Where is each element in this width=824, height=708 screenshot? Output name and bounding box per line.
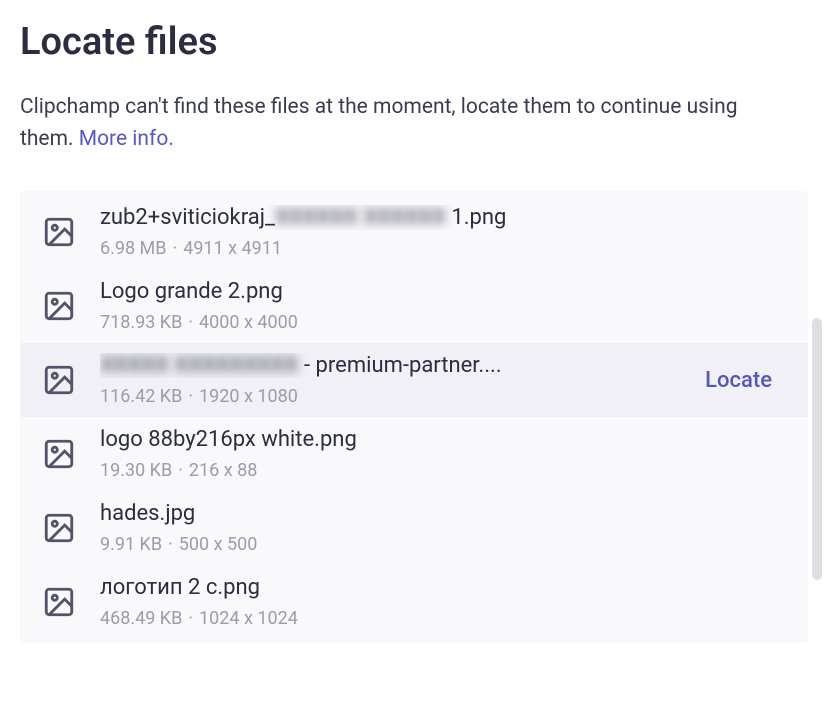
file-info: logo 88by216px white.png 19.30 KB·216 x … bbox=[100, 427, 784, 481]
file-meta: 718.93 KB·4000 x 4000 bbox=[100, 312, 784, 333]
file-meta: 468.49 KB·1024 x 1024 bbox=[100, 608, 784, 629]
image-icon bbox=[42, 215, 76, 249]
file-meta: 9.91 KB·500 x 500 bbox=[100, 534, 784, 555]
file-name: zub2+sviticiokraj_XXXXXX XXXXXX 1.png bbox=[100, 205, 620, 230]
file-row[interactable]: Logo grande 2.png 718.93 KB·4000 x 4000 bbox=[20, 269, 808, 343]
file-row[interactable]: hades.jpg 9.91 KB·500 x 500 bbox=[20, 491, 808, 565]
image-icon bbox=[42, 437, 76, 471]
page-title: Locate files bbox=[20, 20, 824, 64]
page-description: Clipchamp can't find these files at the … bbox=[20, 92, 790, 155]
file-row[interactable]: zub2+sviticiokraj_XXXXXX XXXXXX 1.png 6.… bbox=[20, 195, 808, 269]
file-meta: 19.30 KB·216 x 88 bbox=[100, 460, 784, 481]
file-row[interactable]: логотип 2 c.png 468.49 KB·1024 x 1024 bbox=[20, 565, 808, 639]
file-info: логотип 2 c.png 468.49 KB·1024 x 1024 bbox=[100, 575, 784, 629]
file-name: hades.jpg bbox=[100, 501, 620, 526]
file-info: zub2+sviticiokraj_XXXXXX XXXXXX 1.png 6.… bbox=[100, 205, 784, 259]
more-info-link[interactable]: More info. bbox=[79, 127, 174, 151]
file-info: Logo grande 2.png 718.93 KB·4000 x 4000 bbox=[100, 279, 784, 333]
file-list: zub2+sviticiokraj_XXXXXX XXXXXX 1.png 6.… bbox=[20, 191, 808, 643]
locate-button[interactable]: Locate bbox=[693, 362, 784, 399]
file-name: логотип 2 c.png bbox=[100, 575, 620, 600]
file-info: hades.jpg 9.91 KB·500 x 500 bbox=[100, 501, 784, 555]
file-name: XXXXX XXXXXXXXX - premium-partner.... bbox=[100, 353, 620, 378]
file-row[interactable]: logo 88by216px white.png 19.30 KB·216 x … bbox=[20, 417, 808, 491]
image-icon bbox=[42, 363, 76, 397]
file-name: Logo grande 2.png bbox=[100, 279, 620, 304]
file-meta: 116.42 KB·1920 x 1080 bbox=[100, 386, 693, 407]
scrollbar-thumb[interactable] bbox=[812, 318, 822, 580]
image-icon bbox=[42, 289, 76, 323]
file-row[interactable]: XXXXX XXXXXXXXX - premium-partner.... 11… bbox=[20, 343, 808, 417]
file-info: XXXXX XXXXXXXXX - premium-partner.... 11… bbox=[100, 353, 693, 407]
scrollbar[interactable] bbox=[812, 191, 822, 643]
image-icon bbox=[42, 511, 76, 545]
file-name: logo 88by216px white.png bbox=[100, 427, 620, 452]
image-icon bbox=[42, 585, 76, 619]
file-meta: 6.98 MB·4911 x 4911 bbox=[100, 238, 784, 259]
